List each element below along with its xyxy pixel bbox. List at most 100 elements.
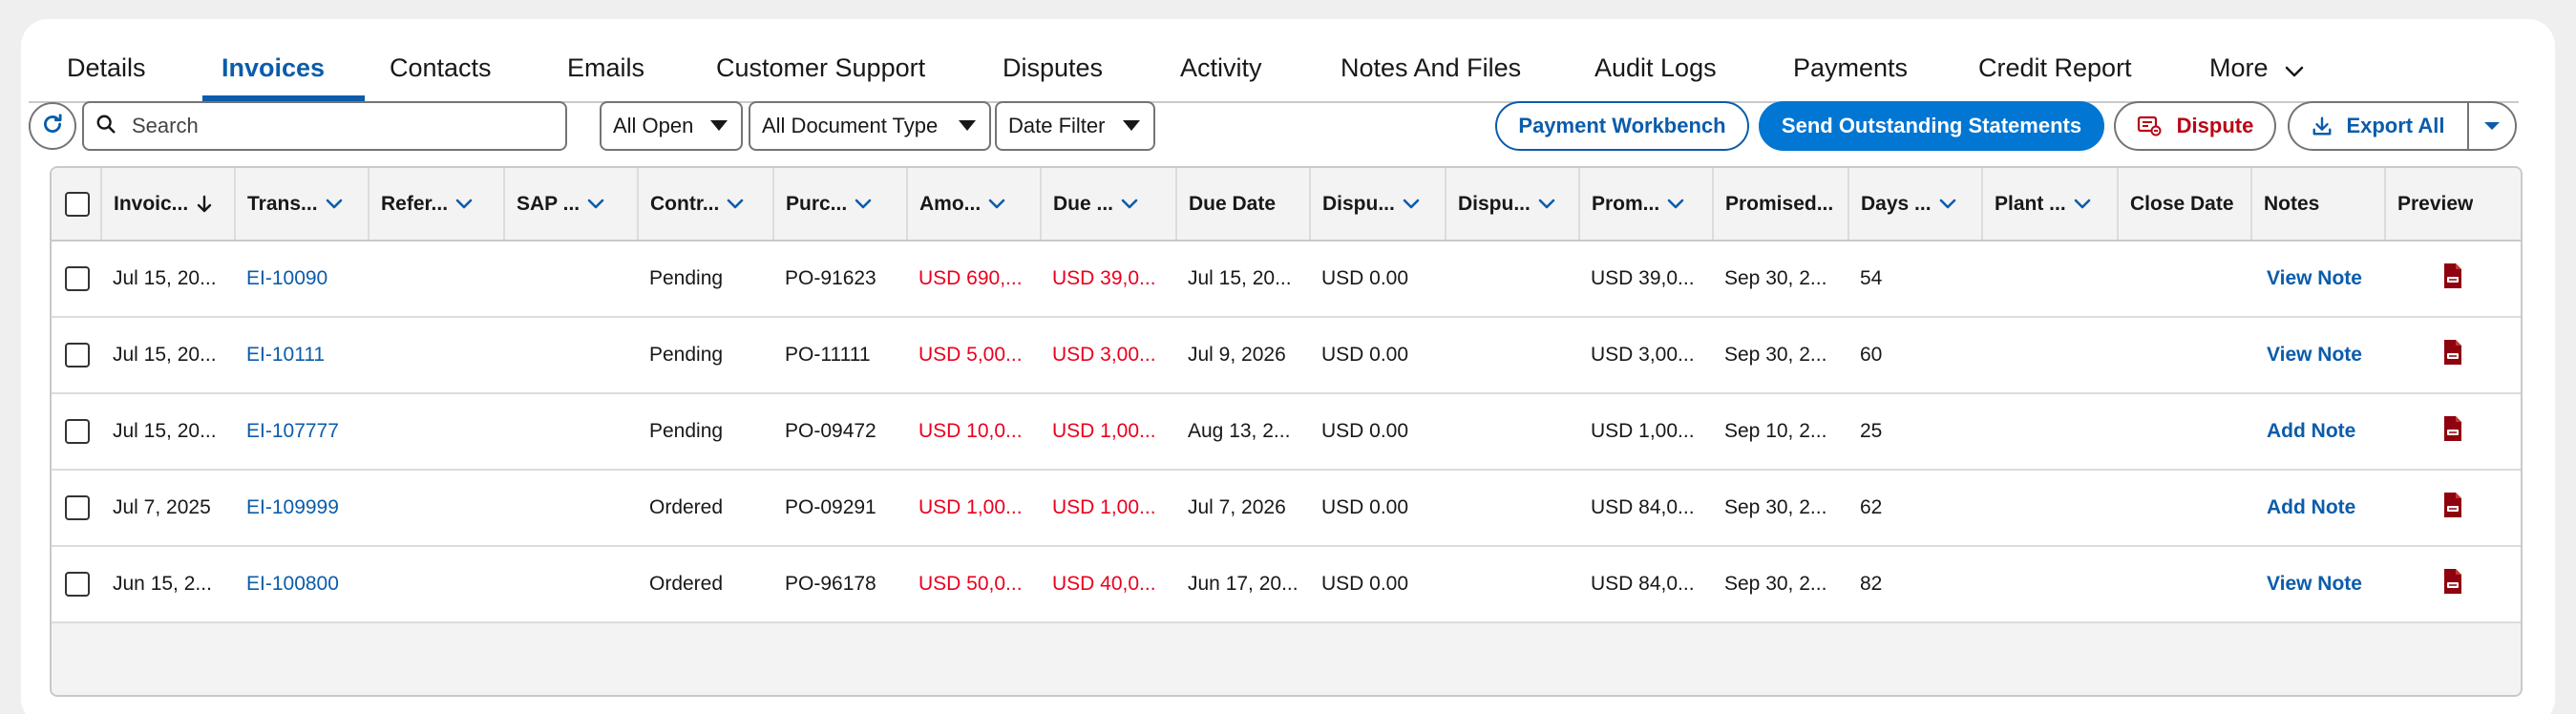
row-checkbox[interactable] <box>65 343 90 368</box>
transaction-link[interactable]: EI-10090 <box>246 267 327 289</box>
column-header[interactable]: Promised... <box>1713 168 1849 242</box>
row-select-cell <box>52 393 101 471</box>
download-icon <box>2312 116 2333 136</box>
chevron-down-icon[interactable] <box>1939 199 1956 210</box>
column-header[interactable]: Prom... <box>1579 168 1714 242</box>
pdf-icon[interactable] <box>2441 339 2464 366</box>
table-cell: EI-107777 <box>235 393 369 471</box>
note-link[interactable]: View Note <box>2267 344 2362 366</box>
tab-details[interactable]: Details <box>67 53 146 83</box>
tab-notes-and-files[interactable]: Notes And Files <box>1341 53 1521 83</box>
table-cell: 25 <box>1848 393 1982 471</box>
column-header[interactable]: Plant ... <box>1982 168 2119 242</box>
payment-workbench-button[interactable]: Payment Workbench <box>1495 101 1749 151</box>
tab-emails[interactable]: Emails <box>567 53 644 83</box>
tab-more[interactable]: More <box>2209 53 2304 84</box>
pdf-icon[interactable] <box>2441 492 2464 518</box>
tab-customer-support[interactable]: Customer Support <box>716 53 925 83</box>
table-cell: PO-09472 <box>773 393 907 471</box>
tab-disputes[interactable]: Disputes <box>1003 53 1103 83</box>
tab-activity[interactable]: Activity <box>1180 53 1262 83</box>
column-header[interactable]: Amo... <box>907 168 1042 242</box>
chevron-down-icon[interactable] <box>1538 199 1555 210</box>
chevron-down-icon[interactable] <box>1121 199 1138 210</box>
table-cell: Jul 15, 20... <box>101 317 235 394</box>
note-link[interactable]: Add Note <box>2267 420 2355 442</box>
tab-credit-report[interactable]: Credit Report <box>1978 53 2132 83</box>
transaction-link[interactable]: EI-107777 <box>246 420 339 442</box>
column-header[interactable]: SAP ... <box>504 168 639 242</box>
export-menu-button[interactable] <box>2467 101 2517 151</box>
transaction-link[interactable]: EI-109999 <box>246 496 339 518</box>
table-cell: PO-09291 <box>773 470 907 547</box>
tab-payments[interactable]: Payments <box>1793 53 1908 83</box>
table-cell: View Note <box>2251 241 2385 318</box>
select-all-checkbox[interactable] <box>65 191 90 217</box>
cell-value: USD 0.00 <box>1321 344 1409 366</box>
dispute-icon <box>2137 116 2162 136</box>
send-outstanding-statements-button[interactable]: Send Outstanding Statements <box>1759 101 2104 151</box>
table-cell: Jul 15, 20... <box>101 393 235 471</box>
chevron-down-icon[interactable] <box>2074 199 2091 210</box>
table-cell: Jul 7, 2026 <box>1176 470 1310 547</box>
chevron-down-icon[interactable] <box>587 199 604 210</box>
column-header[interactable]: Dispu... <box>1446 168 1580 242</box>
table-cell: USD 3,00... <box>1041 317 1176 394</box>
row-checkbox[interactable] <box>65 495 90 520</box>
column-header[interactable]: Days ... <box>1848 168 1983 242</box>
pdf-icon[interactable] <box>2441 262 2464 289</box>
note-link[interactable]: Add Note <box>2267 496 2355 518</box>
row-checkbox[interactable] <box>65 266 90 291</box>
chevron-down-icon[interactable] <box>326 199 343 210</box>
column-header[interactable]: Purc... <box>773 168 908 242</box>
dispute-button[interactable]: Dispute <box>2114 101 2276 151</box>
transaction-link[interactable]: EI-100800 <box>246 573 339 595</box>
chevron-down-icon[interactable] <box>455 199 473 210</box>
table-header-row: Invoic... Trans... Refer... SAP ... Cont… <box>52 168 2521 242</box>
column-header[interactable]: Refer... <box>369 168 505 242</box>
search-input[interactable] <box>132 114 533 138</box>
column-header: Preview <box>2385 168 2521 242</box>
tab-audit-logs[interactable]: Audit Logs <box>1594 53 1717 83</box>
cell-value: USD 1,00... <box>1052 496 1156 518</box>
row-checkbox[interactable] <box>65 572 90 597</box>
document-type-filter-select[interactable]: All Document Type <box>749 101 991 151</box>
chevron-down-icon[interactable] <box>855 199 872 210</box>
chevron-down-icon[interactable] <box>1403 199 1420 210</box>
table-cell: EI-10090 <box>235 241 369 318</box>
cell-value: Sep 10, 2... <box>1724 420 1827 442</box>
column-header[interactable]: Due ... <box>1041 168 1177 242</box>
column-header[interactable]: Close Date <box>2118 168 2252 242</box>
column-header[interactable]: Due Date <box>1176 168 1311 242</box>
table-cell <box>369 393 504 471</box>
chevron-down-icon[interactable] <box>727 199 744 210</box>
table-cell: Jul 7, 2025 <box>101 470 235 547</box>
table-cell: Sep 30, 2... <box>1713 546 1848 623</box>
cell-value: PO-09291 <box>785 496 876 518</box>
chevron-down-icon[interactable] <box>988 199 1005 210</box>
note-link[interactable]: View Note <box>2267 573 2362 595</box>
chevron-down-icon[interactable] <box>1667 199 1684 210</box>
tab-invoices[interactable]: Invoices <box>222 53 325 83</box>
pdf-icon[interactable] <box>2441 568 2464 595</box>
table-cell <box>369 470 504 547</box>
column-header[interactable]: Invoic... <box>101 168 236 242</box>
export-all-label: Export All <box>2346 114 2445 137</box>
column-header[interactable]: Contr... <box>638 168 774 242</box>
row-checkbox[interactable] <box>65 419 90 444</box>
status-filter-select[interactable]: All Open <box>600 101 743 151</box>
column-header[interactable]: Trans... <box>235 168 370 242</box>
row-select-cell <box>52 317 101 394</box>
table-cell: 62 <box>1848 470 1982 547</box>
note-link[interactable]: View Note <box>2267 267 2362 289</box>
pdf-icon[interactable] <box>2441 415 2464 442</box>
transaction-link[interactable]: EI-10111 <box>246 344 325 366</box>
column-header[interactable]: Dispu... <box>1310 168 1446 242</box>
table-cell <box>504 241 638 318</box>
cell-value: USD 3,00... <box>1591 344 1695 366</box>
search-box <box>82 101 567 151</box>
refresh-button[interactable] <box>29 102 76 150</box>
export-all-button[interactable]: Export All <box>2288 101 2467 151</box>
date-filter-select[interactable]: Date Filter <box>995 101 1155 151</box>
tab-contacts[interactable]: Contacts <box>390 53 492 83</box>
